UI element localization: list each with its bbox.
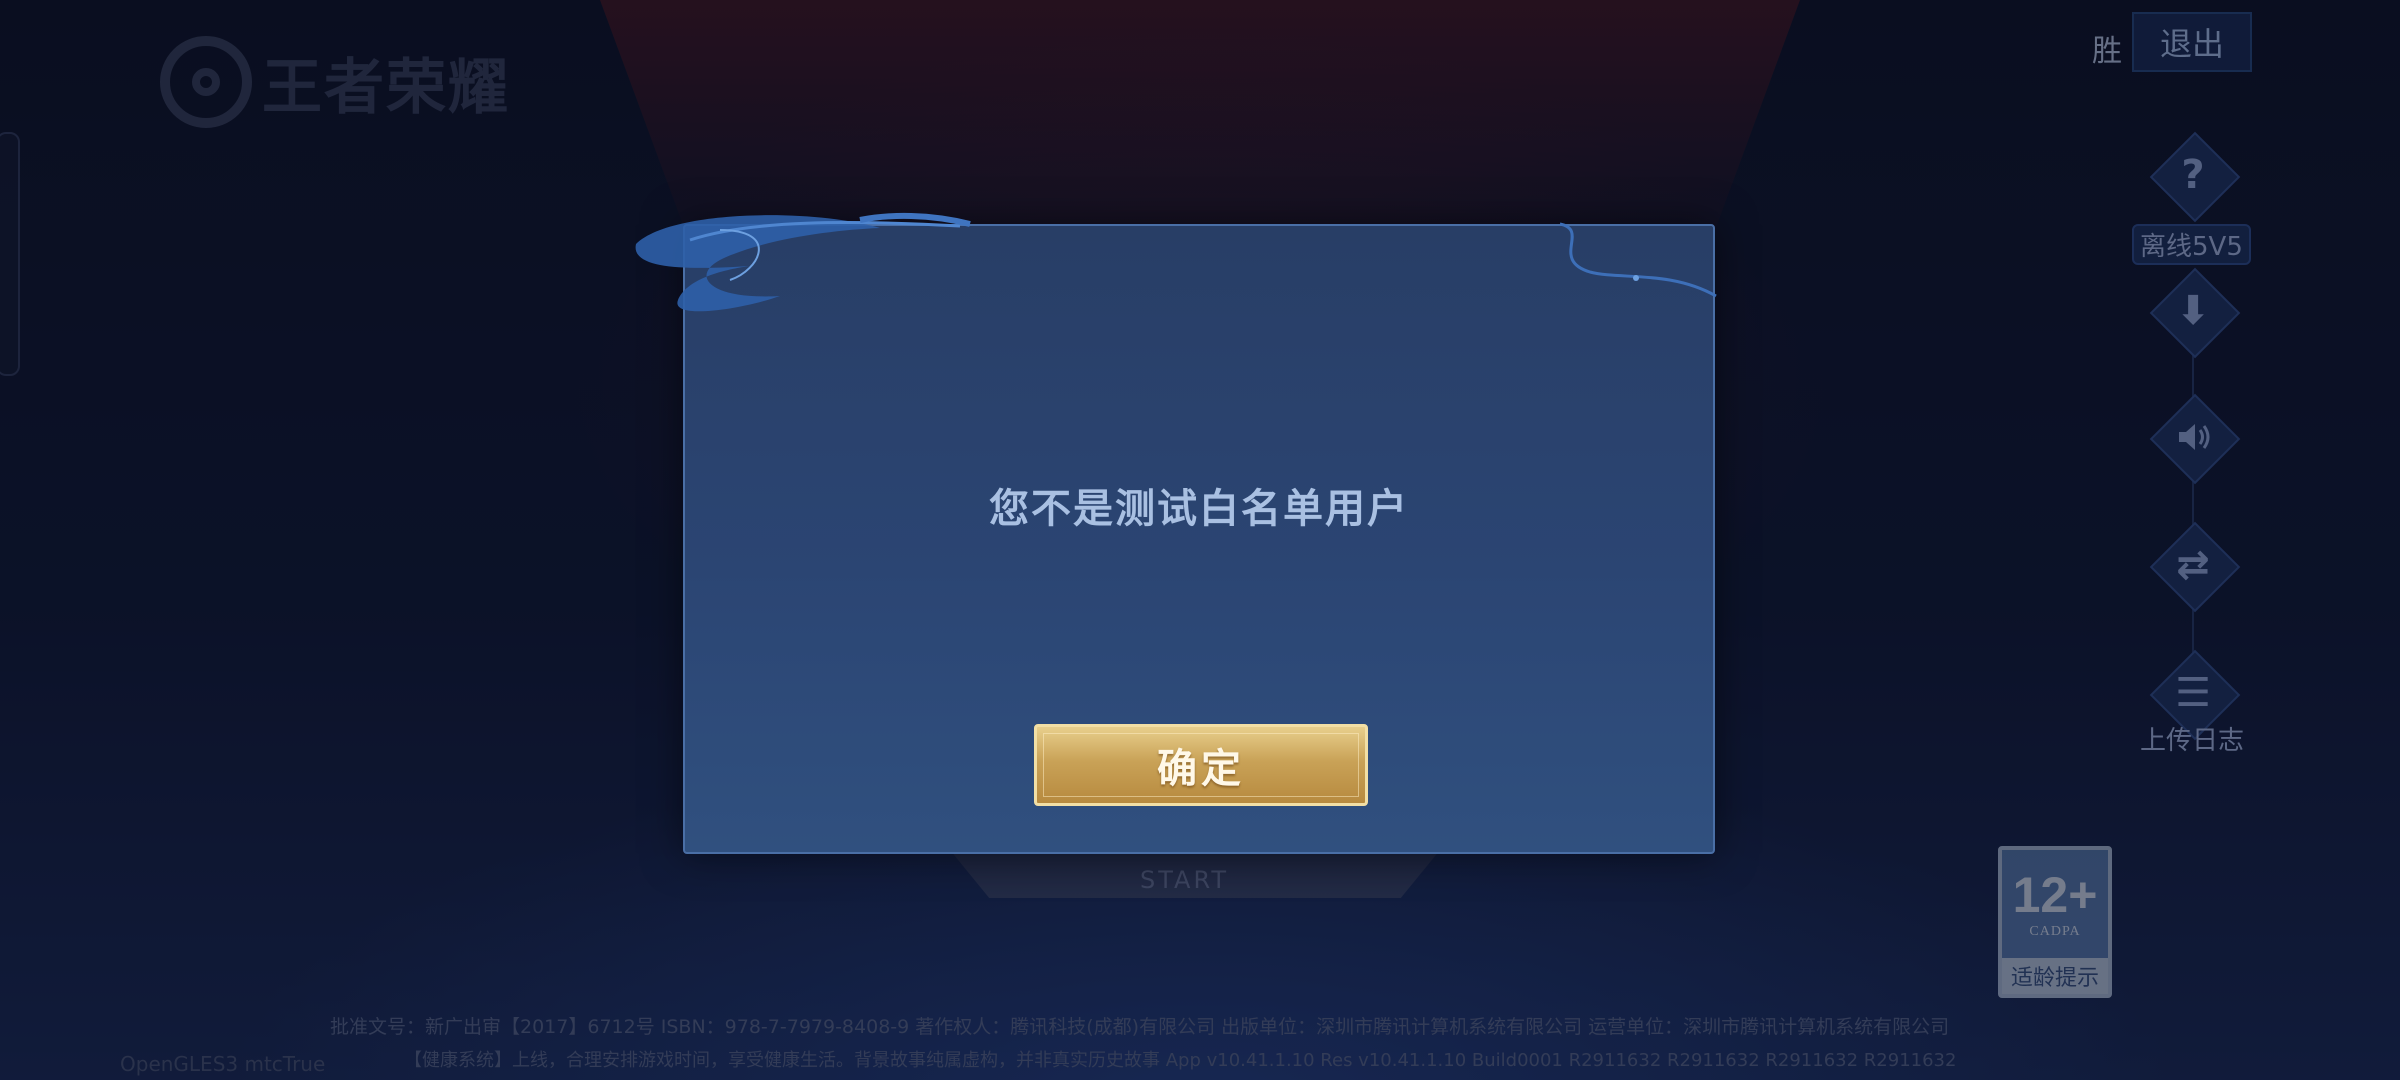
dialog-message: 您不是测试白名单用户 (989, 486, 1409, 532)
whitelist-dialog: 您不是测试白名单用户 确定 (683, 224, 1715, 854)
confirm-button[interactable]: 确定 (1034, 724, 1368, 806)
